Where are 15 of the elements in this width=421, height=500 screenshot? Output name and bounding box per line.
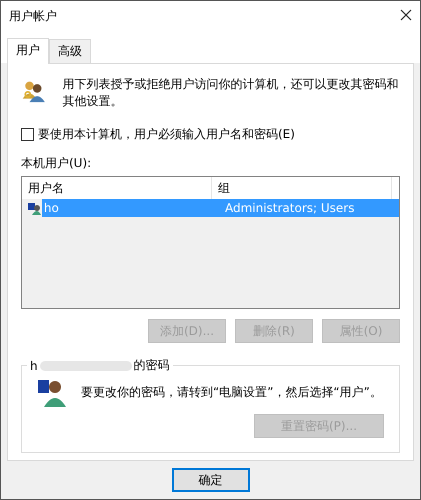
checkbox[interactable] [21, 128, 34, 141]
group-title: h [30, 358, 38, 372]
tab[interactable]: 用户 [7, 38, 49, 64]
description-text: 用下列表授予或拒绝用户访问你的计算机，还可以更改其密码和其他设置。 [62, 76, 400, 110]
user-name-cell[interactable]: ho [42, 199, 219, 217]
checkbox-label: 要使用本计算机，用户必须输入用户名和密码(E) [38, 126, 295, 143]
group-cell[interactable]: Administrators; Users [218, 199, 399, 217]
group-title: 的密码 [134, 357, 170, 374]
ok-button[interactable]: 确定 [172, 468, 250, 492]
tab[interactable]: 高级 [49, 39, 91, 63]
user-icon [28, 202, 41, 214]
close-icon[interactable] [400, 8, 412, 20]
password-message: 要更改你的密码，请转到“电脑设置”，然后选择“用户”。 [81, 384, 382, 400]
window-title: 用户帐户 [9, 8, 57, 24]
users-label: 本机用户(U): [21, 155, 92, 172]
